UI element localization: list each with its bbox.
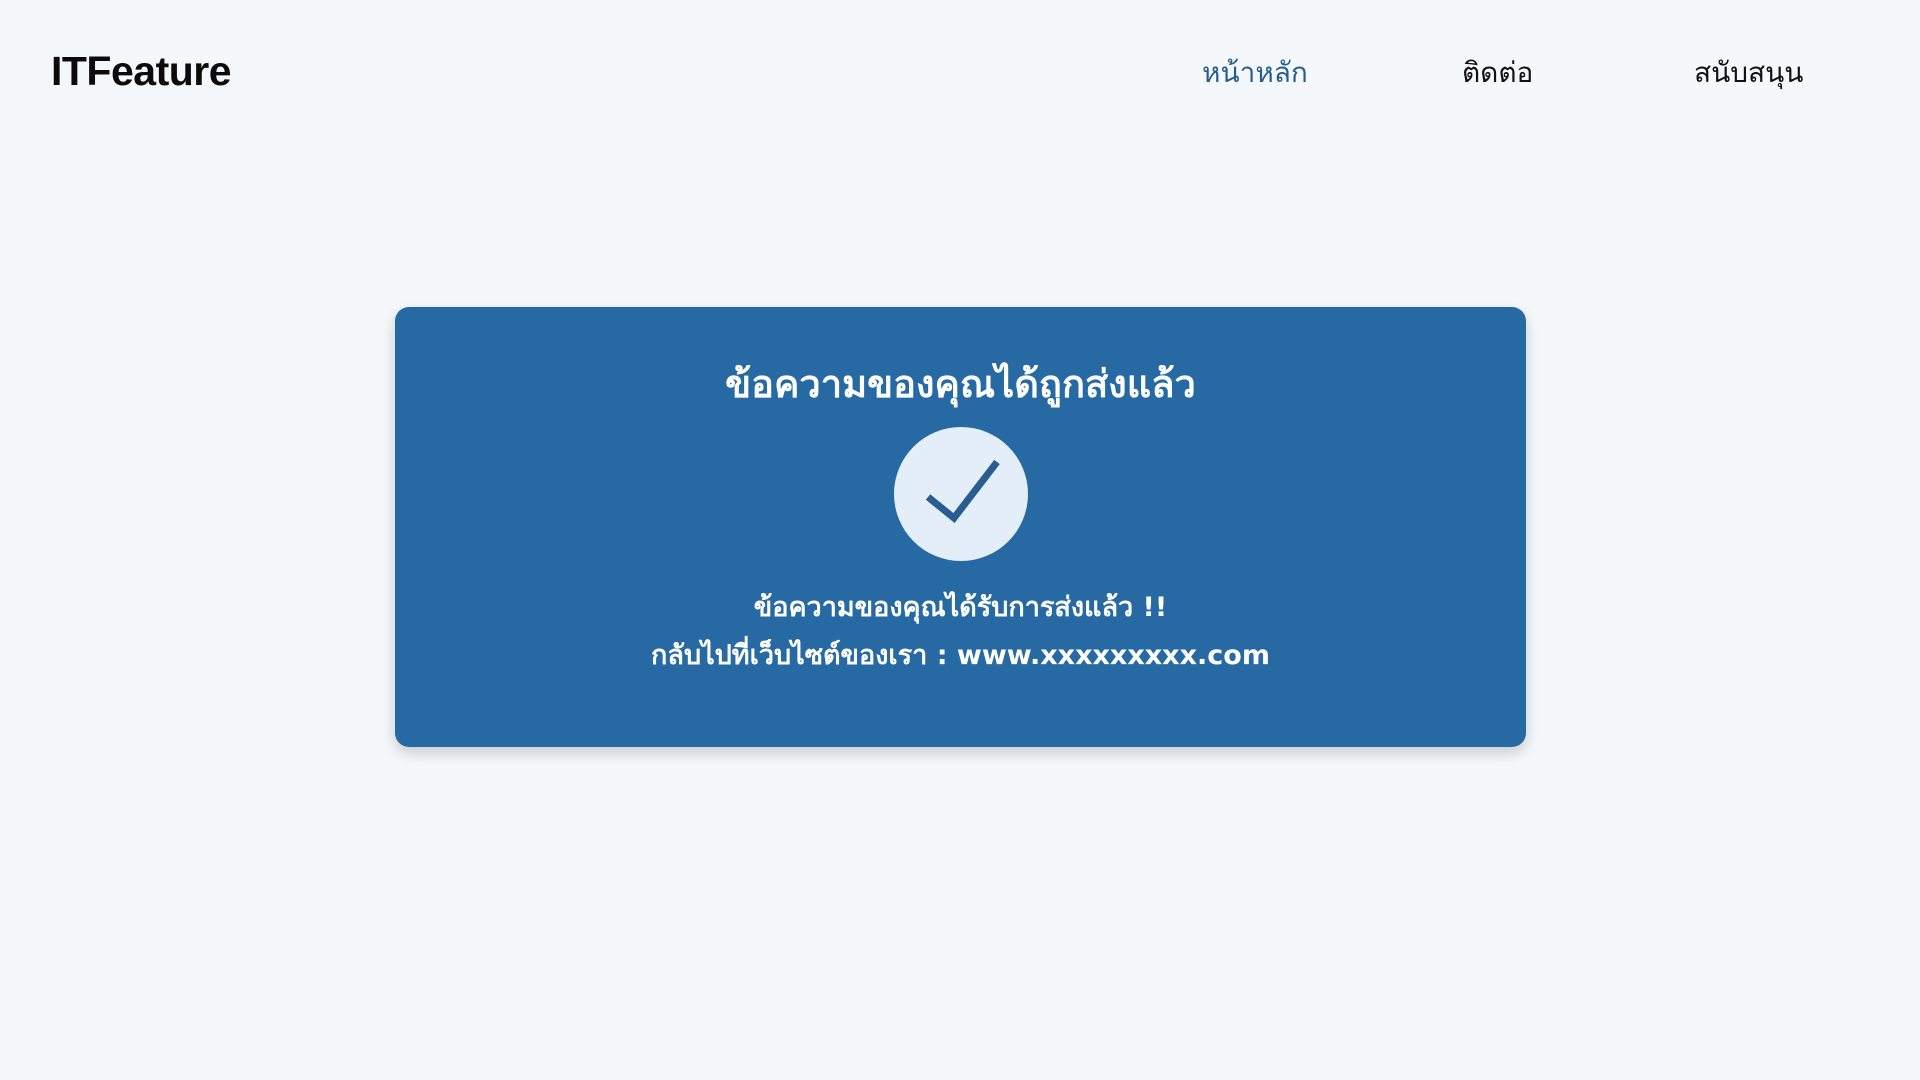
- success-message: ข้อความของคุณได้รับการส่งแล้ว !!: [753, 592, 1168, 623]
- success-title: ข้อความของคุณได้ถูกส่งแล้ว: [725, 362, 1196, 406]
- back-to-site-link[interactable]: กลับไปที่เว็บไซต์ของเรา : www.xxxxxxxxx.…: [395, 633, 1526, 676]
- check-icon: [894, 427, 1028, 561]
- nav-contact-link[interactable]: ติดต่อ: [1462, 51, 1533, 95]
- site-logo[interactable]: ITFeature: [51, 48, 232, 95]
- success-card: ข้อความของคุณได้ถูกส่งแล้ว ข้อความของคุณ…: [395, 307, 1526, 747]
- top-navbar: ITFeature หน้าหลัก ติดต่อ สนับสนุน: [0, 0, 1920, 145]
- check-icon-svg: [925, 459, 1000, 523]
- nav-support-link[interactable]: สนับสนุน: [1694, 51, 1803, 95]
- nav-home-link[interactable]: หน้าหลัก: [1202, 51, 1308, 95]
